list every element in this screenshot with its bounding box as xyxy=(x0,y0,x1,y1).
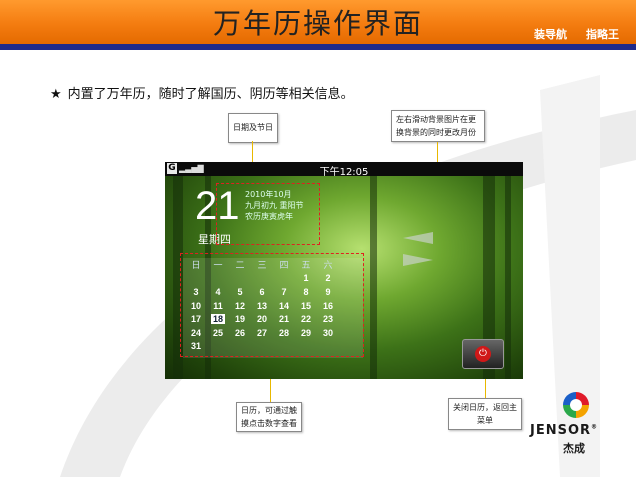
callout-calendar-touch: 日历，可通过触摸点击数字查看 xyxy=(236,402,302,432)
swipe-right-arrow-icon[interactable] xyxy=(403,254,433,266)
close-calendar-button[interactable]: ⏻ xyxy=(462,339,504,369)
highlight-calendar-area xyxy=(180,253,364,357)
swipe-left-arrow-icon[interactable] xyxy=(403,232,433,244)
logo-center xyxy=(570,399,582,411)
logo-text: JENSOR® xyxy=(530,423,598,438)
intro-text: 内置了万年历，随时了解国历、阴历等相关信息。 xyxy=(67,87,354,102)
status-bar: G ▂▃▅▇ 下午12:05 xyxy=(165,162,523,178)
header-divider xyxy=(0,44,636,50)
logo-name: JENSOR xyxy=(530,423,592,438)
highlight-date-area xyxy=(216,183,320,245)
star-icon: ★ xyxy=(50,87,62,102)
logo-chinese: 杰成 xyxy=(563,442,585,455)
callout-close: 关闭日历，返回主菜单 xyxy=(448,398,522,430)
logo-reg: ® xyxy=(591,423,599,431)
callout-date-holiday: 日期及节日 xyxy=(228,113,278,143)
nav-link-1[interactable]: 装导航 xyxy=(534,26,567,42)
callout-swipe-background: 左右滑动背景图片在更换背景的同时更改月份 xyxy=(391,110,485,142)
nav-link-2[interactable]: 指略王 xyxy=(586,26,619,42)
power-icon: ⏻ xyxy=(475,346,491,362)
intro-bullet: ★ 内置了万年历，随时了解国历、阴历等相关信息。 xyxy=(50,83,354,102)
status-time: 下午12:05 xyxy=(319,167,369,178)
